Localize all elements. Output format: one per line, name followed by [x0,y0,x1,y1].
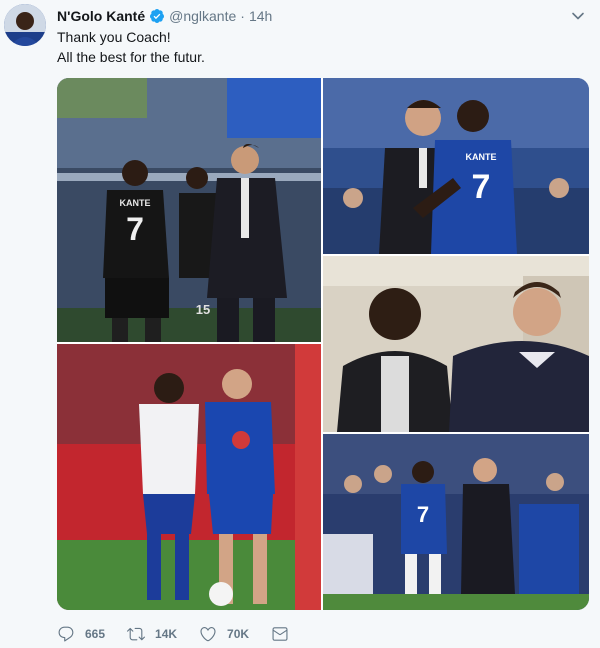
jersey-number: 7 [472,168,491,206]
tweet-text-line: All the best for the futur. [57,49,205,65]
like-count: 70K [227,627,250,641]
timestamp[interactable]: 14h [249,8,272,24]
chevron-down-icon[interactable] [570,8,586,24]
like-button[interactable]: 70K [199,625,249,643]
reply-button[interactable]: 665 [57,625,105,643]
tweet-text: Thank you Coach! All the best for the fu… [57,27,205,67]
photo-training[interactable] [57,344,321,610]
jersey-name: KANTE [466,152,497,162]
direct-message-button[interactable] [271,625,289,643]
photo-embrace[interactable]: KANTE 7 [323,78,589,254]
jersey-name: KANTE [120,198,151,208]
author-handle[interactable]: @nglkante [169,8,236,24]
reply-count: 665 [85,627,106,641]
author-name[interactable]: N'Golo Kanté [57,8,145,24]
retweet-button[interactable]: 14K [127,625,177,643]
envelope-icon [272,627,288,641]
retweet-count: 14K [155,627,178,641]
tweet-header: N'Golo Kanté @nglkante · 14h [57,7,272,25]
tweet-text-line: Thank you Coach! [57,29,171,45]
second-player-number: 15 [196,302,210,317]
retweet-icon [127,627,146,641]
tweet-actions: 665 14K 70K [57,622,311,646]
verified-badge-icon [149,8,165,24]
reply-icon [58,626,74,642]
heart-icon [200,627,216,642]
dot-separator: · [240,8,245,24]
photo-touchline[interactable]: 7 [323,434,589,610]
tweet-card[interactable]: N'Golo Kanté @nglkante · 14h Thank you C… [0,0,600,648]
avatar[interactable] [4,4,46,46]
jersey-number: 7 [126,211,144,247]
jersey-number: 7 [417,502,429,527]
media-grid: KANTE 7 15 KANTE 7 7 [57,78,589,610]
photo-celebration[interactable]: KANTE 7 15 [57,78,321,342]
photo-indoor[interactable] [323,256,589,432]
